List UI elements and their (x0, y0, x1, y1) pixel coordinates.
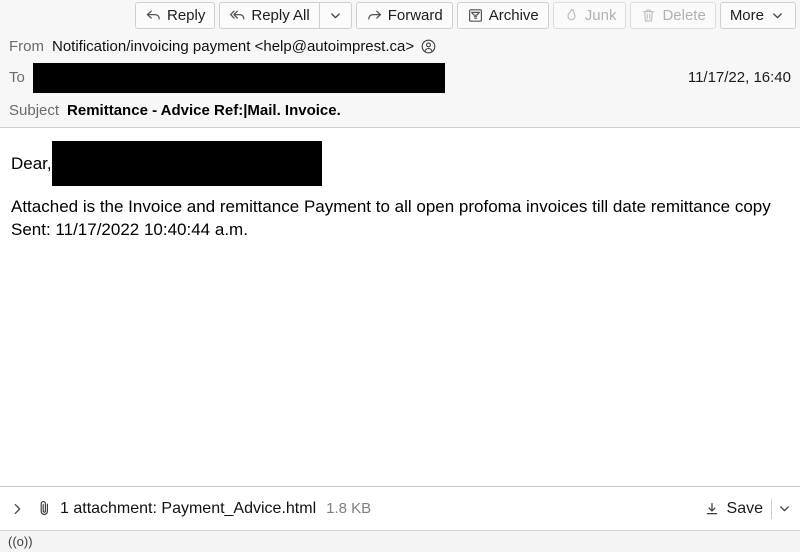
save-attachment-button[interactable]: Save (698, 495, 796, 522)
attachment-size: 1.8 KB (326, 500, 372, 517)
message-body: Dear, Attached is the Invoice and remitt… (0, 128, 800, 486)
junk-button-label: Junk (584, 7, 617, 24)
chevron-right-icon[interactable] (6, 498, 28, 520)
status-bar: ((o)) (0, 530, 800, 552)
attachment-label[interactable]: 1 attachment: Payment_Advice.html (60, 500, 316, 518)
save-button-main[interactable]: Save (698, 495, 771, 522)
delete-button-label: Delete (662, 7, 706, 24)
reply-all-button[interactable]: Reply All (219, 2, 319, 29)
download-icon (704, 500, 721, 517)
forward-button-label: Forward (387, 7, 443, 24)
junk-button[interactable]: Junk (552, 2, 627, 29)
from-label: From (9, 37, 44, 55)
reply-all-button-label: Reply All (251, 7, 310, 24)
archive-button-label: Archive (488, 7, 539, 24)
message-header-pane: From Notification/invoicing payment <hel… (0, 31, 800, 128)
subject-value: Remittance - Advice Ref:|Mail. Invoice. (67, 102, 341, 119)
forward-button[interactable]: Forward (355, 2, 453, 29)
chevron-down-icon (769, 7, 786, 24)
trash-icon (640, 7, 657, 24)
to-label: To (9, 69, 25, 86)
chevron-down-icon (327, 7, 344, 24)
reply-button-label: Reply (167, 7, 206, 24)
from-value[interactable]: Notification/invoicing payment <help@aut… (52, 38, 791, 55)
broadcast-signal-icon: ((o)) (8, 534, 33, 549)
junk-flame-icon (563, 7, 580, 24)
to-value-redaction (32, 62, 445, 93)
to-value[interactable] (32, 62, 676, 93)
reply-all-dropdown-button[interactable] (318, 2, 352, 29)
header-row-subject: Subject Remittance - Advice Ref:|Mail. I… (0, 94, 800, 127)
save-button-label: Save (726, 499, 763, 517)
message-toolbar: Reply Reply All Forward Archive Junk Del… (0, 0, 800, 31)
reply-button[interactable]: Reply (135, 2, 216, 29)
from-address-text: Notification/invoicing payment <help@aut… (52, 37, 415, 55)
archive-icon (467, 7, 484, 24)
delete-button[interactable]: Delete (630, 2, 716, 29)
recipient-name-redaction (51, 140, 322, 186)
body-paragraph: Attached is the Invoice and remittance P… (11, 197, 771, 239)
paperclip-icon (34, 498, 54, 520)
save-dropdown-button[interactable] (771, 498, 796, 519)
contact-circle-icon[interactable] (421, 39, 436, 54)
message-timestamp: 11/17/22, 16:40 (687, 69, 791, 86)
greeting-text: Dear, (11, 153, 52, 173)
forward-icon (366, 7, 383, 24)
more-button[interactable]: More (719, 2, 796, 29)
greeting-line: Dear, (11, 140, 789, 186)
header-row-from: From Notification/invoicing payment <hel… (0, 31, 800, 61)
reply-icon (145, 7, 162, 24)
attachment-bar: 1 attachment: Payment_Advice.html 1.8 KB… (0, 486, 800, 530)
header-row-to: To 11/17/22, 16:40 (0, 61, 800, 94)
subject-label: Subject (9, 102, 60, 119)
archive-button[interactable]: Archive (456, 2, 549, 29)
more-button-label: More (729, 7, 764, 24)
reply-all-icon (229, 7, 246, 24)
